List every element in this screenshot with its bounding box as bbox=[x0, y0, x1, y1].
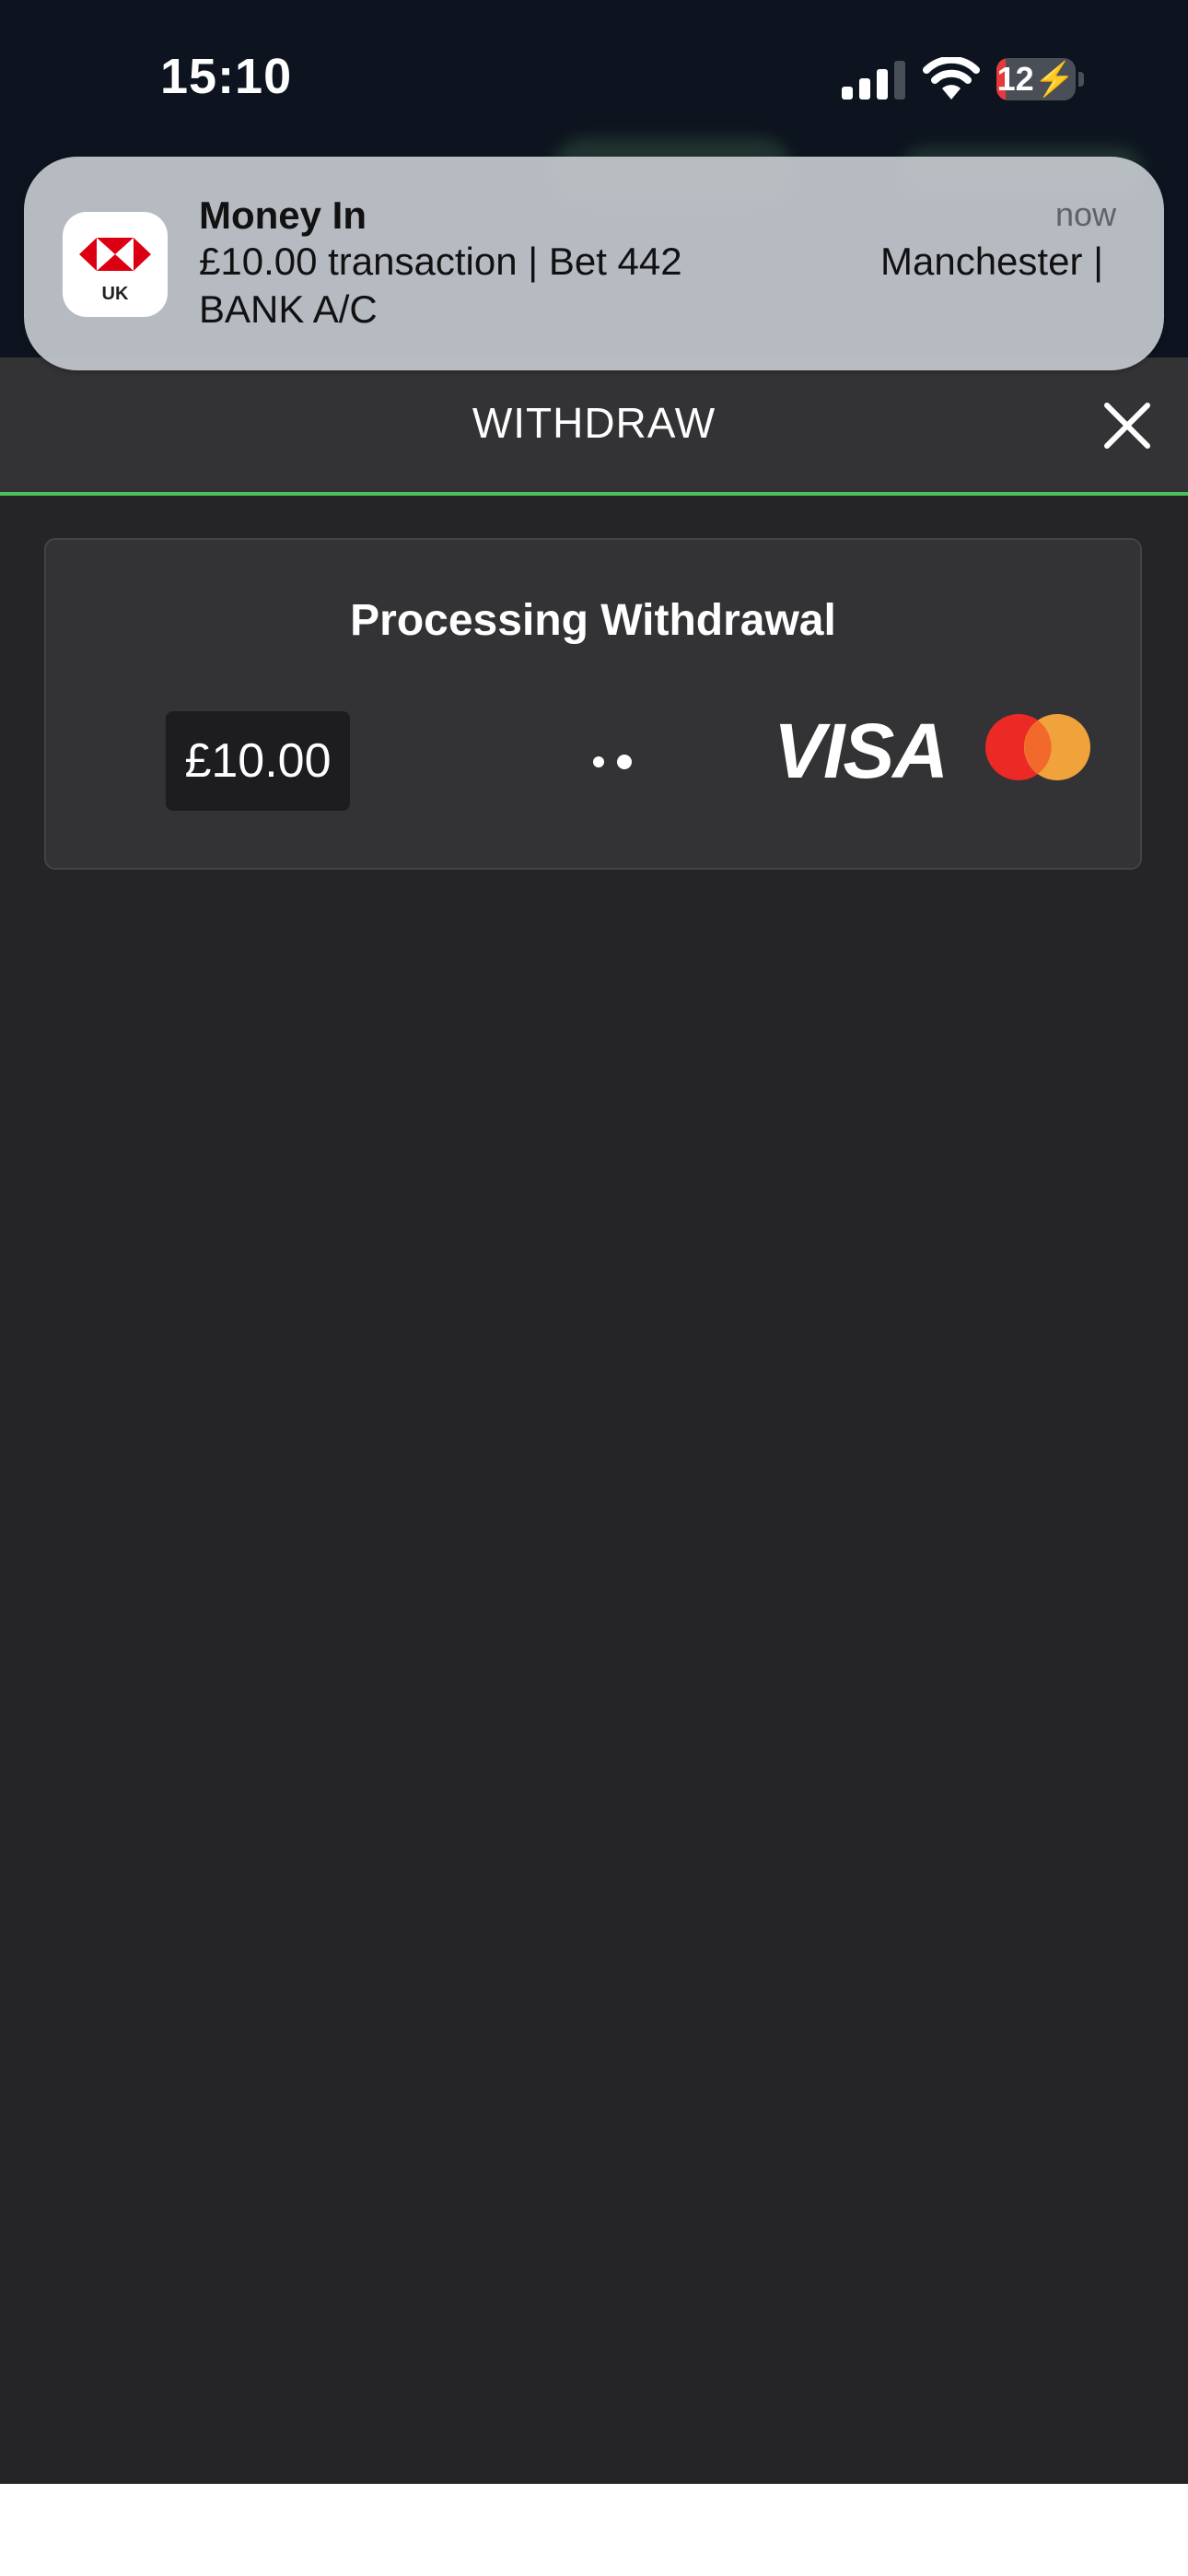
modal-title: WITHDRAW bbox=[472, 399, 716, 447]
bank-app-icon: UK bbox=[63, 212, 168, 317]
notification-body-line1-right: Manchester | bbox=[880, 240, 1104, 283]
close-icon[interactable] bbox=[1098, 396, 1157, 455]
card-title: Processing Withdrawal bbox=[350, 596, 836, 645]
loading-dots-icon bbox=[593, 755, 632, 769]
svg-text:VISA: VISA bbox=[774, 711, 947, 785]
processing-card: Processing Withdrawal £10.00 VISA bbox=[44, 538, 1142, 870]
signal-icon bbox=[842, 61, 905, 100]
notification-body: £10.00 transaction | Bet 442 Manchester … bbox=[199, 238, 1120, 334]
notification-title: Money In bbox=[199, 193, 367, 237]
bottom-area bbox=[0, 2484, 1188, 2576]
notification-body-line2: BANK A/C bbox=[199, 287, 378, 331]
status-bar: 15:10 12⚡ bbox=[0, 0, 1188, 157]
battery-level-text: 12⚡ bbox=[996, 60, 1076, 98]
modal-header: WITHDRAW bbox=[0, 357, 1188, 496]
battery-indicator: 12⚡ bbox=[996, 58, 1085, 100]
withdraw-modal: WITHDRAW Processing Withdrawal £10.00 VI… bbox=[0, 357, 1188, 2484]
notification-banner[interactable]: UK Money In now £10.00 transaction | Bet… bbox=[24, 157, 1164, 370]
visa-logo: VISA bbox=[774, 711, 949, 785]
battery-charging-icon: ⚡ bbox=[1033, 60, 1076, 98]
status-time: 15:10 bbox=[160, 49, 293, 104]
mastercard-logo bbox=[985, 714, 1090, 780]
hexagon-logo-icon bbox=[79, 238, 151, 271]
withdraw-amount: £10.00 bbox=[166, 711, 350, 811]
app-badge-text: UK bbox=[101, 284, 129, 304]
notification-time: now bbox=[1054, 195, 1116, 233]
wifi-icon bbox=[923, 57, 980, 100]
